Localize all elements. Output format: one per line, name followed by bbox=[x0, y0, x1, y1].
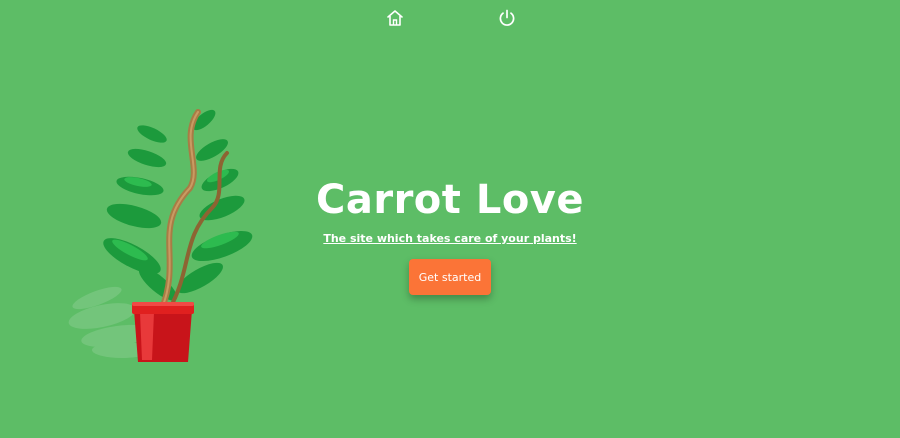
get-started-button[interactable]: Get started bbox=[409, 259, 491, 295]
home-icon bbox=[387, 10, 403, 26]
hero-subtitle-link[interactable]: The site which takes care of your plants… bbox=[323, 232, 576, 245]
home-button[interactable] bbox=[385, 8, 405, 28]
plant-pot bbox=[132, 302, 194, 362]
hero-title: Carrot Love bbox=[316, 177, 584, 223]
hero-section: Carrot Love The site which takes care of… bbox=[300, 174, 600, 295]
plant-illustration bbox=[68, 109, 253, 362]
power-icon bbox=[499, 9, 515, 26]
power-button[interactable] bbox=[497, 8, 517, 28]
top-nav bbox=[0, 8, 900, 30]
